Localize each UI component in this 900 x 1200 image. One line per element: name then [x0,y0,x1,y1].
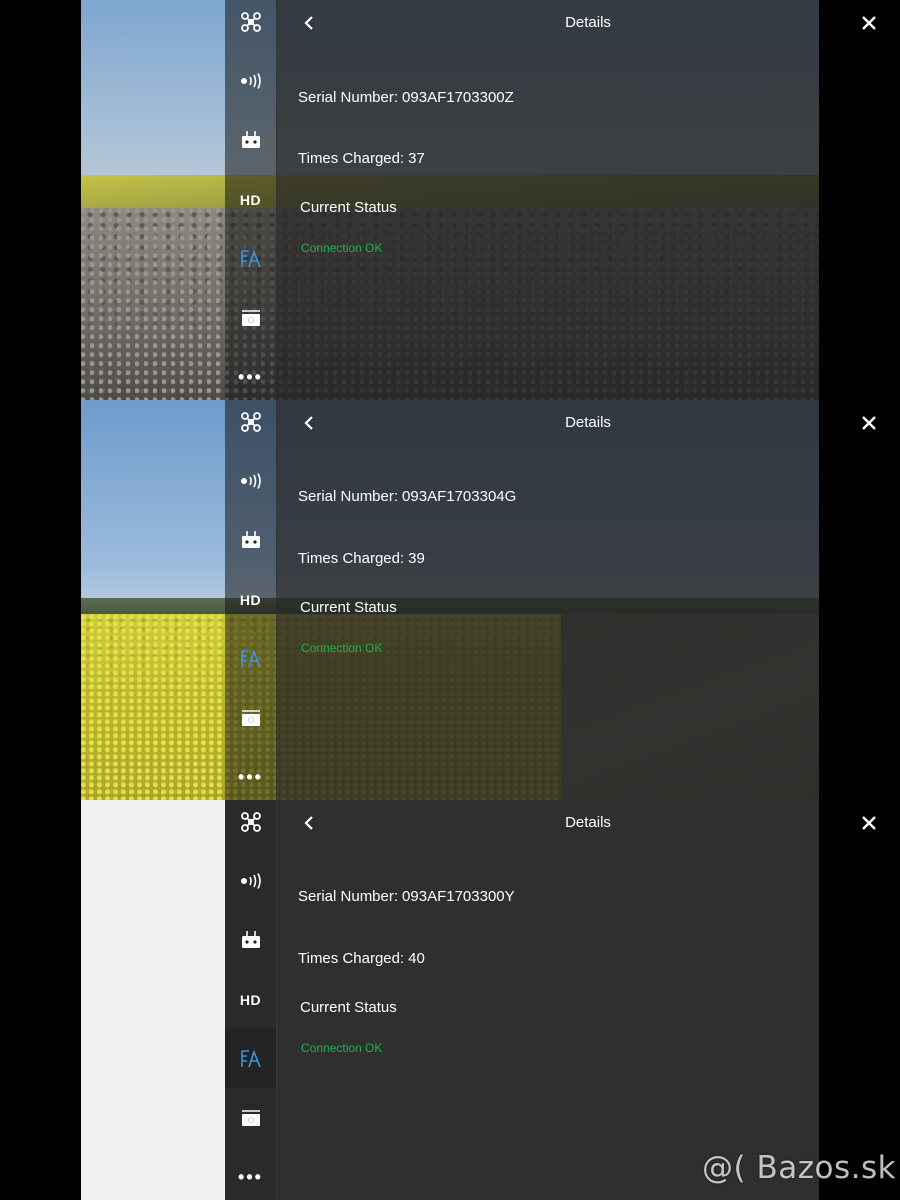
drone-icon[interactable] [225,800,276,851]
more-icon[interactable]: ••• [225,748,276,800]
serial-number-row: Serial Number: 093AF1703300Z [298,89,514,106]
close-button[interactable] [855,809,883,837]
page-title: Details [565,14,611,31]
close-button[interactable] [855,9,883,37]
camera-icon[interactable] [225,688,276,747]
connection-status: Connection OK [301,241,383,255]
times-charged-value: 40 [408,950,425,967]
hd-icon[interactable]: HD [225,570,276,629]
serial-number-value: 093AF1703300Z [402,89,514,106]
camera-icon[interactable] [225,1088,276,1147]
drone-icon[interactable] [225,400,276,451]
settings-sidebar: HD ••• [225,800,277,1200]
times-charged-row: Times Charged: 40 [298,950,425,967]
signal-icon[interactable] [225,451,276,510]
remote-controller-icon[interactable] [225,110,276,169]
back-button[interactable] [296,410,322,436]
times-charged-row: Times Charged: 39 [298,550,425,567]
serial-number-row: Serial Number: 093AF1703304G [298,488,516,505]
current-status-heading: Current Status [300,999,397,1016]
details-panel: HD ••• Details Serial Number: 093AF170330… [0,800,900,1200]
current-status-heading: Current Status [300,599,397,616]
serial-number-label: Serial Number: [298,89,399,106]
serial-number-value: 093AF1703304G [402,488,517,505]
times-charged-value: 37 [408,150,425,167]
serial-number-value: 093AF1703300Y [402,888,515,905]
watermark: @( Bazos.sk [702,1150,897,1186]
times-charged-label: Times Charged: [298,550,405,567]
back-button[interactable] [296,810,322,836]
details-panel: HD ••• Details Serial Number: 093AF170330… [0,0,900,400]
battery-settings-icon[interactable] [225,629,276,688]
back-button[interactable] [296,10,322,36]
battery-settings-icon[interactable] [225,1029,276,1088]
hd-icon[interactable]: HD [225,970,276,1029]
times-charged-label: Times Charged: [298,950,405,967]
signal-icon[interactable] [225,51,276,110]
hd-icon[interactable]: HD [225,170,276,229]
settings-sidebar: HD ••• [225,400,277,800]
camera-icon[interactable] [225,288,276,347]
close-button[interactable] [855,409,883,437]
details-panel: HD ••• Details Serial Number: 093AF170330… [0,400,900,800]
settings-sidebar: HD ••• [225,0,277,400]
page-title: Details [565,814,611,831]
drone-icon[interactable] [225,0,276,51]
times-charged-value: 39 [408,550,425,567]
remote-controller-icon[interactable] [225,510,276,569]
more-icon[interactable]: ••• [225,348,276,400]
page-title: Details [565,414,611,431]
connection-status: Connection OK [301,641,383,655]
more-icon[interactable]: ••• [225,1148,276,1200]
current-status-heading: Current Status [300,199,397,216]
remote-controller-icon[interactable] [225,910,276,969]
connection-status: Connection OK [301,1041,383,1055]
serial-number-label: Serial Number: [298,488,399,505]
times-charged-label: Times Charged: [298,150,405,167]
serial-number-label: Serial Number: [298,888,399,905]
times-charged-row: Times Charged: 37 [298,150,425,167]
serial-number-row: Serial Number: 093AF1703300Y [298,888,515,905]
battery-settings-icon[interactable] [225,229,276,288]
signal-icon[interactable] [225,851,276,910]
